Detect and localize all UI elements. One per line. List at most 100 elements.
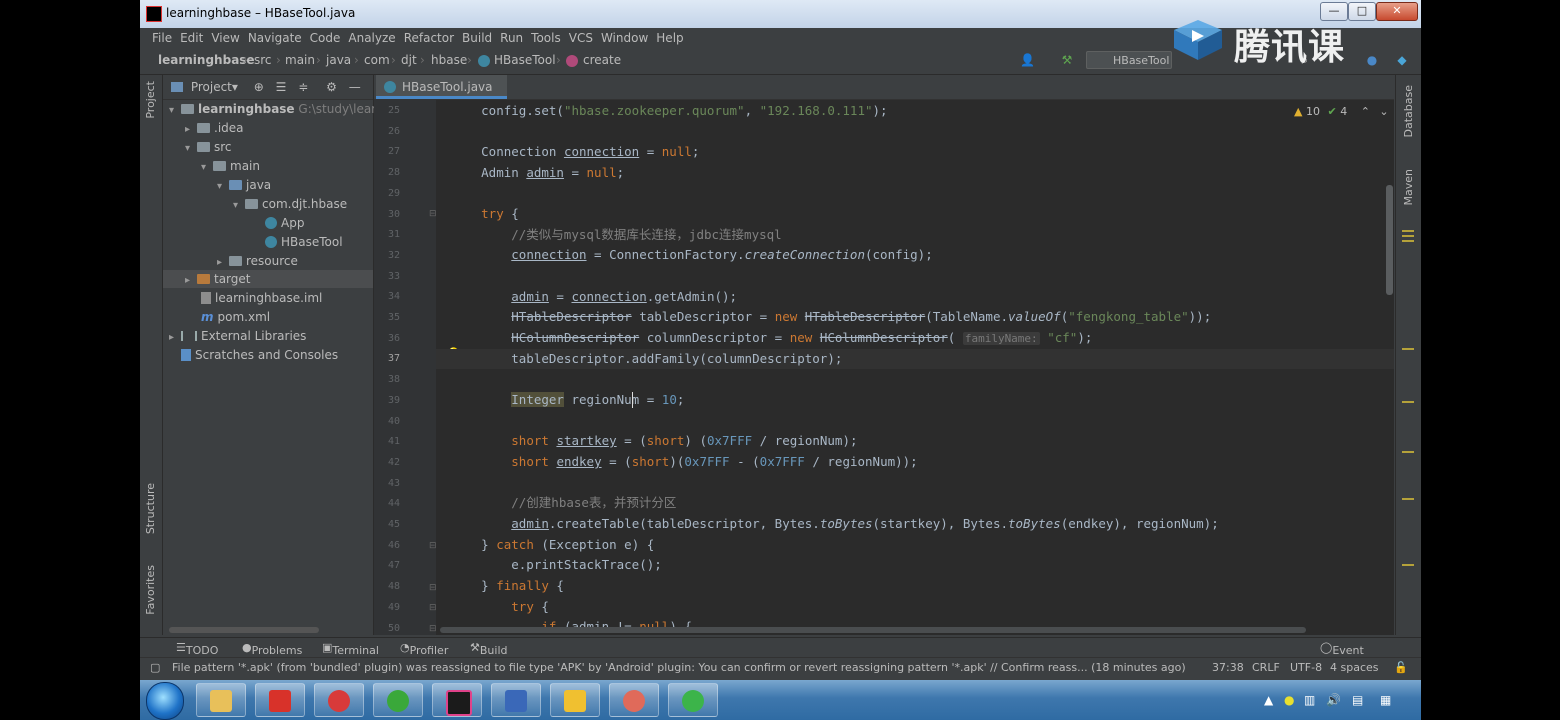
wps-taskbar-button[interactable] (255, 683, 305, 717)
build-tool-button[interactable]: ⚒ Build (470, 641, 508, 657)
code-line[interactable] (436, 121, 1394, 141)
tree-item-target[interactable]: ▸ target (163, 270, 373, 288)
editor-vertical-scrollbar[interactable] (1386, 185, 1393, 295)
menu-navigate[interactable]: Navigate (244, 28, 306, 48)
expand-arrow-icon[interactable]: ▾ (169, 102, 181, 120)
hide-panel-icon[interactable]: — (349, 80, 361, 94)
code-line[interactable] (436, 266, 1394, 286)
tree-item-java[interactable]: ▾ java (217, 176, 271, 194)
tree-item-resource[interactable]: ▸ resource (217, 252, 298, 270)
tree-item-hbasetool[interactable]: HBaseTool (265, 233, 343, 251)
explorer-taskbar-button[interactable] (196, 683, 246, 717)
close-button[interactable]: ✕ (1376, 2, 1418, 21)
input-method-icon[interactable]: ▤ (1352, 693, 1363, 707)
line-separator[interactable]: CRLF (1252, 661, 1280, 674)
expand-arrow-icon[interactable]: ▾ (217, 178, 229, 196)
breadcrumb-hbase[interactable]: hbase (431, 53, 467, 67)
profiler-tool-button[interactable]: ◔ Profiler (400, 641, 448, 657)
status-toggle-icon[interactable]: ▢ (150, 661, 160, 674)
code-line[interactable]: short startkey = (short) (0x7FFF / regio… (436, 431, 1394, 451)
tree-item-package[interactable]: ▾ com.djt.hbase (233, 195, 347, 213)
code-line[interactable]: HColumnDescriptor columnDescriptor = new… (436, 328, 1394, 348)
code-line[interactable] (436, 411, 1394, 431)
menu-file[interactable]: File (148, 28, 176, 48)
file-encoding[interactable]: UTF-8 (1290, 661, 1322, 674)
code-line[interactable]: try { (436, 204, 1394, 224)
expand-arrow-icon[interactable]: ▸ (185, 272, 197, 290)
tree-item-iml[interactable]: learninghbase.iml (201, 289, 322, 307)
maven-tool-tab[interactable]: Maven (1402, 169, 1415, 205)
error-stripe-mark[interactable] (1402, 401, 1414, 403)
code-line[interactable] (436, 473, 1394, 493)
code-line[interactable]: connection = ConnectionFactory.createCon… (436, 245, 1394, 265)
code-line[interactable]: admin.createTable(tableDescriptor, Bytes… (436, 514, 1394, 534)
browser-taskbar-button[interactable] (668, 683, 718, 717)
tree-item-idea[interactable]: ▸ .idea (185, 119, 244, 137)
indent-setting[interactable]: 4 spaces (1330, 661, 1379, 674)
breadcrumb-main[interactable]: main (285, 53, 315, 67)
tree-item-scratches[interactable]: Scratches and Consoles (181, 346, 338, 364)
breadcrumb-class[interactable]: HBaseTool (494, 53, 556, 67)
virtualbox-taskbar-button[interactable] (491, 683, 541, 717)
wechat-taskbar-button[interactable] (373, 683, 423, 717)
run-configuration-select[interactable]: HBaseTool (1086, 51, 1172, 69)
problems-tool-button[interactable]: ● Problems (242, 641, 302, 657)
app-taskbar-button[interactable] (609, 683, 659, 717)
recorder-taskbar-button[interactable] (314, 683, 364, 717)
menu-code[interactable]: Code (306, 28, 345, 48)
start-button[interactable] (146, 682, 184, 720)
tree-item-pom[interactable]: m pom.xml (201, 308, 270, 326)
menu-view[interactable]: View (207, 28, 243, 48)
menu-vcs[interactable]: VCS (565, 28, 597, 48)
menu-build[interactable]: Build (458, 28, 496, 48)
structure-tool-tab[interactable]: Structure (144, 483, 157, 534)
breadcrumb-djt[interactable]: djt (401, 53, 417, 67)
todo-tool-button[interactable]: ☰ TODO (176, 641, 218, 657)
expand-arrow-icon[interactable]: ▾ (233, 197, 245, 215)
tree-item-learninghbase[interactable]: ▾ learninghbase G:\study\learni (169, 100, 387, 118)
volume-icon[interactable]: 🔊 (1326, 693, 1341, 707)
status-message[interactable]: File pattern '*.apk' (from 'bundled' plu… (172, 661, 1202, 674)
code-line[interactable]: } catch (Exception e) { (436, 535, 1394, 555)
menu-refactor[interactable]: Refactor (400, 28, 458, 48)
code-line[interactable]: //创建hbase表，并预计分区 (436, 493, 1394, 513)
menu-tools[interactable]: Tools (527, 28, 565, 48)
error-stripe-mark[interactable] (1402, 564, 1414, 566)
menu-window[interactable]: Window (597, 28, 652, 48)
code-line[interactable]: HTableDescriptor tableDescriptor = new H… (436, 307, 1394, 327)
tray-network-icon[interactable]: ▥ (1304, 693, 1315, 707)
code-line[interactable]: Admin admin = null; (436, 163, 1394, 183)
build-hammer-icon[interactable]: ⚒ (1060, 53, 1074, 67)
caret-position[interactable]: 37:38 (1212, 661, 1244, 674)
code-line-current[interactable]: tableDescriptor.addFamily(columnDescript… (436, 349, 1394, 369)
expand-arrow-icon[interactable]: ▸ (169, 329, 181, 347)
tree-item-app[interactable]: App (265, 214, 304, 232)
plugin-icon[interactable]: ◆ (1395, 53, 1409, 67)
intellij-taskbar-button[interactable] (432, 683, 482, 717)
tree-item-main[interactable]: ▾ main (201, 157, 260, 175)
code-line[interactable]: Integer regionNum = 10; (436, 390, 1394, 410)
code-line[interactable]: //类似与mysql数据库长连接，jdbc连接mysql (436, 225, 1394, 245)
notes-icon[interactable]: ▦ (1380, 693, 1391, 707)
code-line[interactable]: config.set("hbase.zookeeper.quorum", "19… (436, 101, 1394, 121)
error-stripe-mark[interactable] (1402, 348, 1414, 350)
favorites-tool-tab[interactable]: Favorites (144, 565, 157, 615)
gear-icon[interactable]: ⚙ (326, 80, 337, 94)
breadcrumb-com[interactable]: com (364, 53, 390, 67)
code-area[interactable]: config.set("hbase.zookeeper.quorum", "19… (436, 99, 1394, 635)
error-stripe-mark[interactable] (1402, 230, 1414, 232)
tree-item-external-libraries[interactable]: ▸ External Libraries (169, 327, 306, 345)
code-line[interactable] (436, 369, 1394, 389)
code-line[interactable] (436, 183, 1394, 203)
tree-item-src[interactable]: ▾ src (185, 138, 232, 156)
menu-analyze[interactable]: Analyze (344, 28, 399, 48)
tray-app-icon[interactable]: ● (1284, 693, 1294, 707)
expand-arrow-icon[interactable]: ▸ (185, 121, 197, 139)
code-line[interactable]: try { (436, 597, 1394, 617)
locate-icon[interactable]: ⊕ (254, 80, 264, 94)
code-line[interactable]: short endkey = (short)(0x7FFF - (0x7FFF … (436, 452, 1394, 472)
project-tool-tab[interactable]: Project (144, 81, 157, 119)
error-stripe-mark[interactable] (1402, 451, 1414, 453)
expand-arrow-icon[interactable]: ▾ (201, 159, 213, 177)
error-stripe-mark[interactable] (1402, 498, 1414, 500)
